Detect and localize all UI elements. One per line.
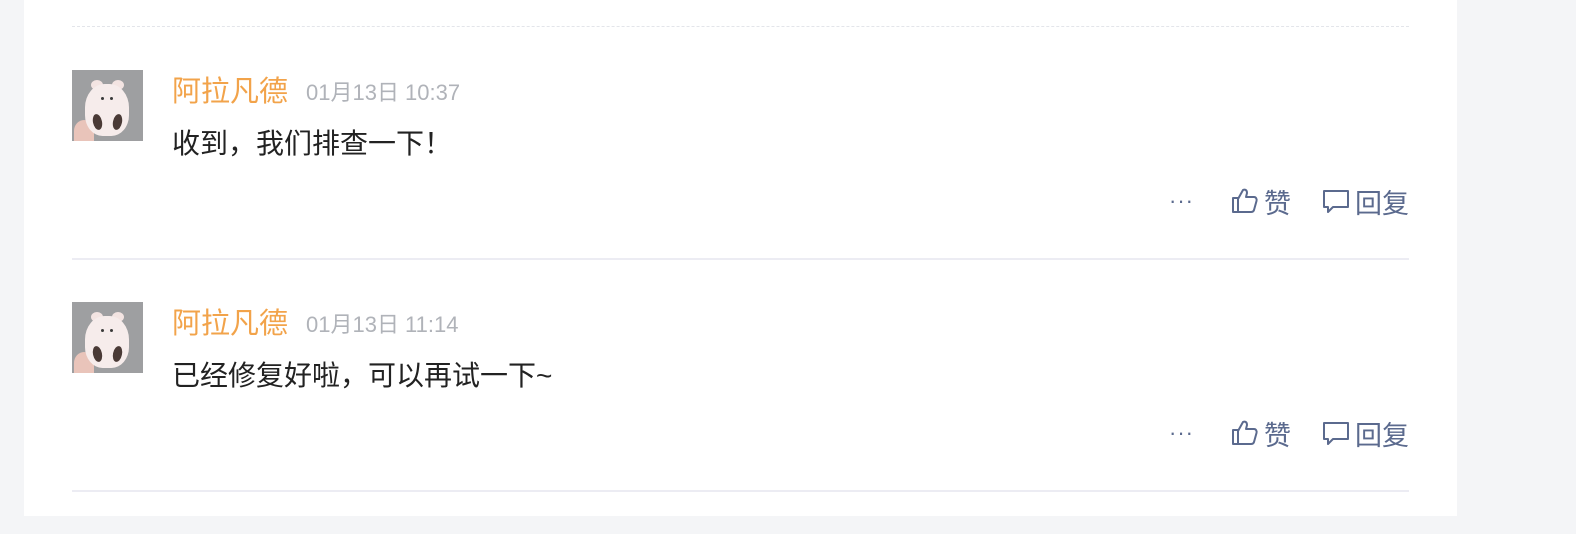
like-label: 赞	[1264, 420, 1291, 451]
comment-author[interactable]: 阿拉凡德	[172, 306, 288, 342]
reply-button[interactable]: 回复	[1321, 182, 1409, 221]
comment-time: 01月13日 11:14	[306, 312, 459, 337]
like-label: 赞	[1264, 188, 1291, 219]
comment-divider	[72, 490, 1409, 492]
comment-item: 阿拉凡德 01月13日 10:37 收到，我们排查一下！ ··· 赞 回复	[72, 70, 1409, 302]
top-divider	[72, 26, 1409, 27]
reply-label: 回复	[1355, 188, 1409, 219]
reply-button[interactable]: 回复	[1321, 414, 1409, 453]
comment-content: 已经修复好啦，可以再试一下~	[172, 360, 553, 391]
avatar[interactable]	[72, 70, 143, 141]
comment-bubble-icon	[1323, 422, 1349, 445]
reply-label: 回复	[1355, 420, 1409, 451]
more-button[interactable]: ···	[1169, 416, 1194, 450]
thumbs-up-icon	[1232, 420, 1258, 445]
more-button[interactable]: ···	[1169, 184, 1194, 218]
comment-bubble-icon	[1323, 190, 1349, 213]
comment-content: 收到，我们排查一下！	[172, 128, 453, 159]
thumbs-up-icon	[1232, 188, 1258, 213]
like-button[interactable]: 赞	[1230, 182, 1291, 221]
comment-item: 阿拉凡德 01月13日 11:14 已经修复好啦，可以再试一下~ ··· 赞 回…	[72, 302, 1409, 534]
comment-actions: ··· 赞 回复	[1169, 414, 1409, 453]
comment-divider	[72, 258, 1409, 260]
comment-time: 01月13日 10:37	[306, 80, 461, 105]
comment-actions: ··· 赞 回复	[1169, 182, 1409, 221]
avatar[interactable]	[72, 302, 143, 373]
comment-author[interactable]: 阿拉凡德	[172, 74, 288, 110]
like-button[interactable]: 赞	[1230, 414, 1291, 453]
